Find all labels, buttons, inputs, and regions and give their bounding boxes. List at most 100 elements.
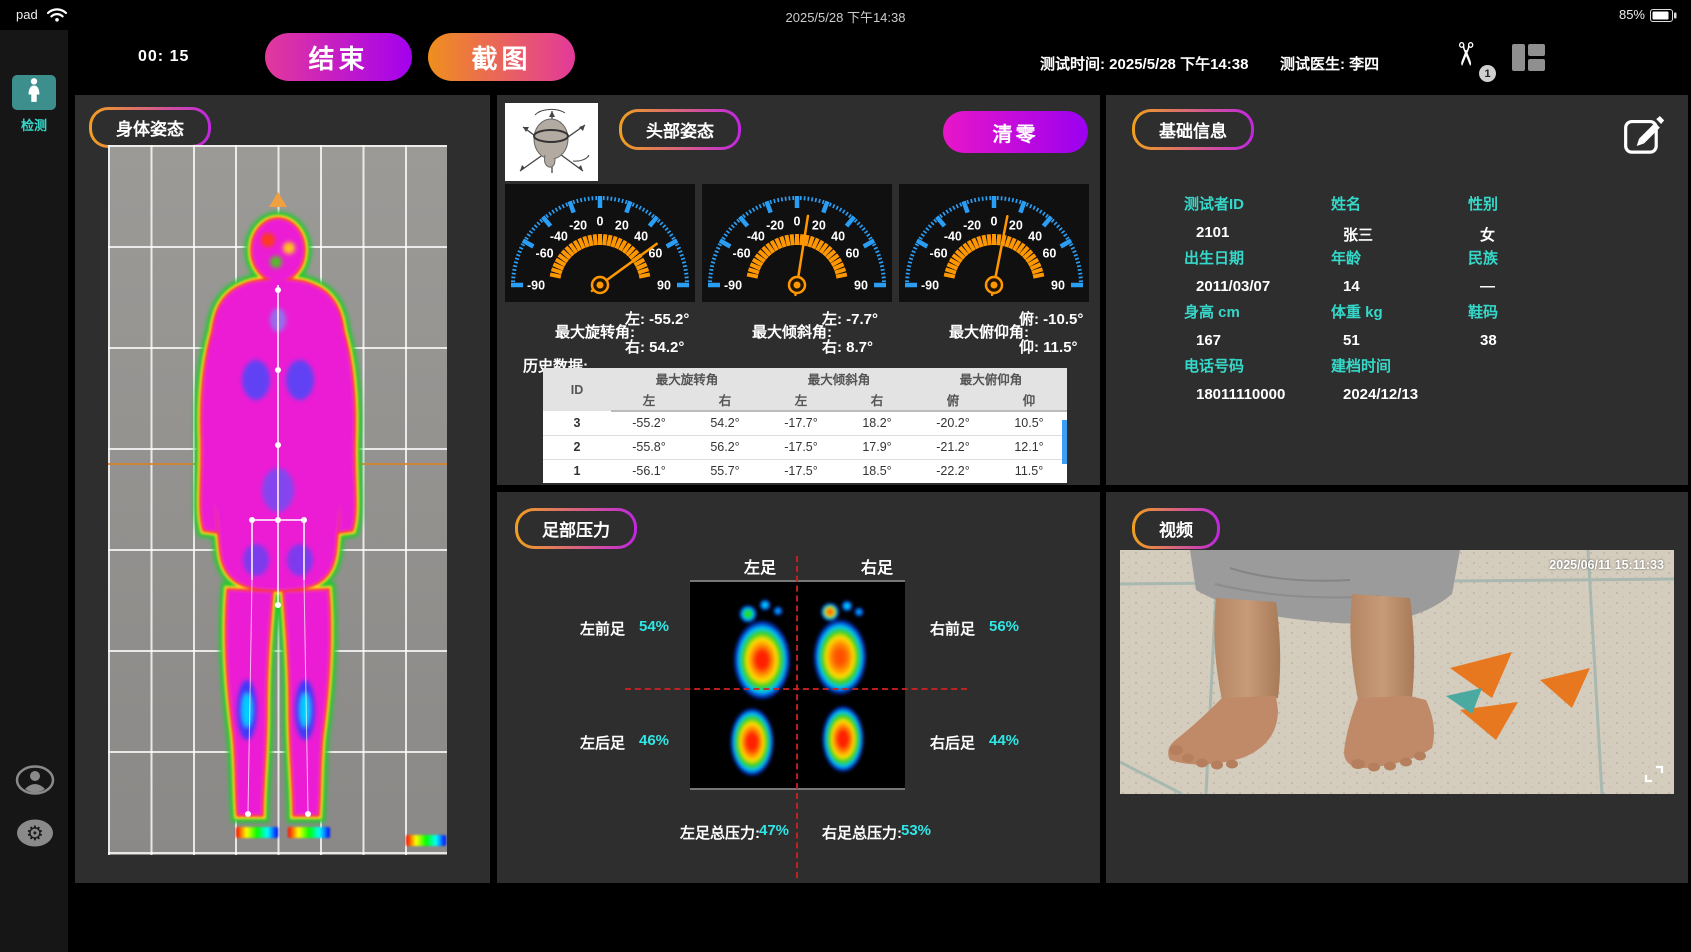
field-weight: 体重 kg51 [1331, 301, 1481, 349]
scissors-badge: 1 [1479, 65, 1496, 82]
scissors-icon: ✂ [1449, 41, 1481, 68]
left-rearfoot-value: 46% [639, 732, 669, 749]
svg-text:20: 20 [615, 218, 629, 232]
svg-text:60: 60 [1042, 247, 1056, 261]
svg-text:-90: -90 [724, 279, 742, 293]
right-forefoot-value: 56% [989, 618, 1019, 635]
sidebar: 检测 ⚙ [0, 30, 68, 952]
right-forefoot-label: 右前足 [930, 618, 975, 639]
rotation-gauge: -90-60-40-20020406090 [505, 184, 695, 302]
right-total-label: 右足总压力: [822, 822, 902, 843]
table-scrollbar[interactable] [1062, 420, 1067, 464]
field-phone: 电话号码18011110000 [1184, 355, 1334, 403]
history-table: ID 最大旋转角 最大倾斜角 最大俯仰角 左右 左右 俯仰 3 -55.2°54… [543, 368, 1067, 483]
video-timestamp: 2025/06/11 15:11:33 [1549, 558, 1664, 572]
svg-text:20: 20 [1009, 218, 1023, 232]
pitch-gauge: -90-60-40-20020406090 [899, 184, 1089, 302]
head-posture-title: 头部姿态 [622, 112, 738, 147]
svg-text:20: 20 [812, 218, 826, 232]
right-foot-label: 右足 [847, 554, 907, 578]
svg-text:-90: -90 [527, 279, 545, 293]
left-total-value: 47% [759, 822, 789, 839]
video-panel: 视频 [1106, 492, 1688, 883]
body-posture-panel: 身体姿态 [75, 95, 490, 883]
body-posture-title: 身体姿态 [92, 110, 208, 145]
foot-thermal-mark [406, 835, 446, 846]
right-total-value: 53% [901, 822, 931, 839]
svg-text:40: 40 [831, 229, 845, 243]
left-rearfoot-label: 左后足 [580, 732, 625, 753]
svg-text:-40: -40 [550, 229, 568, 243]
status-bar: pad 2025/5/28 下午14:38 85% [0, 0, 1691, 30]
right-rearfoot-value: 44% [989, 732, 1019, 749]
svg-text:90: 90 [1051, 279, 1065, 293]
head-posture-title-pill: 头部姿态 [619, 109, 741, 150]
mid-reference-line [625, 688, 967, 690]
video-frame[interactable]: 2025/06/11 15:11:33 [1120, 550, 1674, 794]
foot-thermal-mark [288, 827, 330, 838]
foot-pressure-panel: 足部压力 左足 右足 左前足 54% 右前足 56% 左后足 46% 右后足 4… [497, 492, 1100, 883]
foot-pressure-title-pill: 足部压力 [515, 508, 637, 549]
svg-text:-40: -40 [747, 229, 765, 243]
tilt-values: 最大倾斜角: 左: -7.7° 右: 8.7° [702, 305, 892, 363]
battery-percent: 85% [1619, 7, 1645, 22]
table-row[interactable]: 2 -55.8°56.2° -17.5°17.9° -21.2°12.1° [543, 435, 1067, 459]
foot-thermal-mark [236, 827, 278, 838]
svg-text:-20: -20 [963, 218, 981, 232]
svg-text:-90: -90 [921, 279, 939, 293]
field-tester-id: 测试者ID2101 [1184, 193, 1334, 241]
sidebar-item-detect-label: 检测 [0, 115, 68, 134]
svg-text:0: 0 [597, 215, 604, 229]
basic-info-title-pill: 基础信息 [1132, 109, 1254, 150]
field-ethnicity: 民族— [1468, 247, 1618, 295]
field-birthdate: 出生日期2011/03/07 [1184, 247, 1334, 295]
reset-button[interactable]: 清零 [943, 111, 1088, 153]
svg-text:40: 40 [634, 229, 648, 243]
field-age: 年龄14 [1331, 247, 1481, 295]
person-icon [24, 77, 44, 108]
session-timer: 00: 15 [138, 48, 189, 66]
edit-info-button[interactable] [1622, 113, 1666, 157]
account-icon[interactable] [15, 765, 55, 797]
field-record-date: 建档时间2024/12/13 [1331, 355, 1481, 403]
sidebar-item-detect[interactable] [12, 75, 56, 110]
foot-pressure-title: 足部压力 [518, 511, 634, 546]
svg-text:-20: -20 [766, 218, 784, 232]
svg-text:-60: -60 [536, 247, 554, 261]
field-gender: 性别女 [1468, 193, 1618, 245]
video-still [1120, 550, 1674, 794]
svg-text:-60: -60 [733, 247, 751, 261]
app-window: pad 2025/5/28 下午14:38 85% [0, 0, 1691, 952]
svg-text:0: 0 [794, 215, 801, 229]
history-table-group-header: ID 最大旋转角 最大倾斜角 最大俯仰角 [543, 368, 1067, 389]
left-forefoot-label: 左前足 [580, 618, 625, 639]
svg-text:90: 90 [854, 279, 868, 293]
svg-text:-40: -40 [944, 229, 962, 243]
field-height: 身高 cm167 [1184, 301, 1334, 349]
test-time: 测试时间: 2025/5/28 下午14:38 [1040, 53, 1248, 74]
svg-text:⚙: ⚙ [26, 823, 44, 845]
svg-text:-20: -20 [569, 218, 587, 232]
expand-icon[interactable] [1644, 765, 1664, 788]
left-total-label: 左足总压力: [680, 822, 760, 843]
scissors-tool-button[interactable]: ✂ 1 [1450, 38, 1494, 80]
history-table-sub-header: 左右 左右 俯仰 [543, 389, 1067, 411]
settings-gear-icon[interactable]: ⚙ [15, 818, 55, 850]
left-forefoot-value: 54% [639, 618, 669, 635]
head-posture-panel: 头部姿态 清零 -90-60-40-20020406090 -90-60-40-… [497, 95, 1100, 485]
basic-info-title: 基础信息 [1135, 112, 1251, 147]
layout-grid-button[interactable] [1512, 42, 1546, 78]
svg-text:90: 90 [657, 279, 671, 293]
table-row[interactable]: 1 -56.1°55.7° -17.5°18.5° -22.2°11.5° [543, 459, 1067, 483]
video-title-pill: 视频 [1132, 508, 1220, 549]
head-axes-diagram [505, 103, 598, 181]
screenshot-button[interactable]: 截图 [428, 33, 575, 81]
field-shoe-size: 鞋码38 [1468, 301, 1618, 349]
status-datetime: 2025/5/28 下午14:38 [0, 7, 1691, 26]
svg-text:60: 60 [845, 247, 859, 261]
svg-text:-60: -60 [930, 247, 948, 261]
end-button[interactable]: 结束 [265, 33, 412, 81]
svg-text:0: 0 [991, 215, 998, 229]
table-row[interactable]: 3 -55.2°54.2° -17.7°18.2° -20.2°10.5° [543, 411, 1067, 435]
right-rearfoot-label: 右后足 [930, 732, 975, 753]
